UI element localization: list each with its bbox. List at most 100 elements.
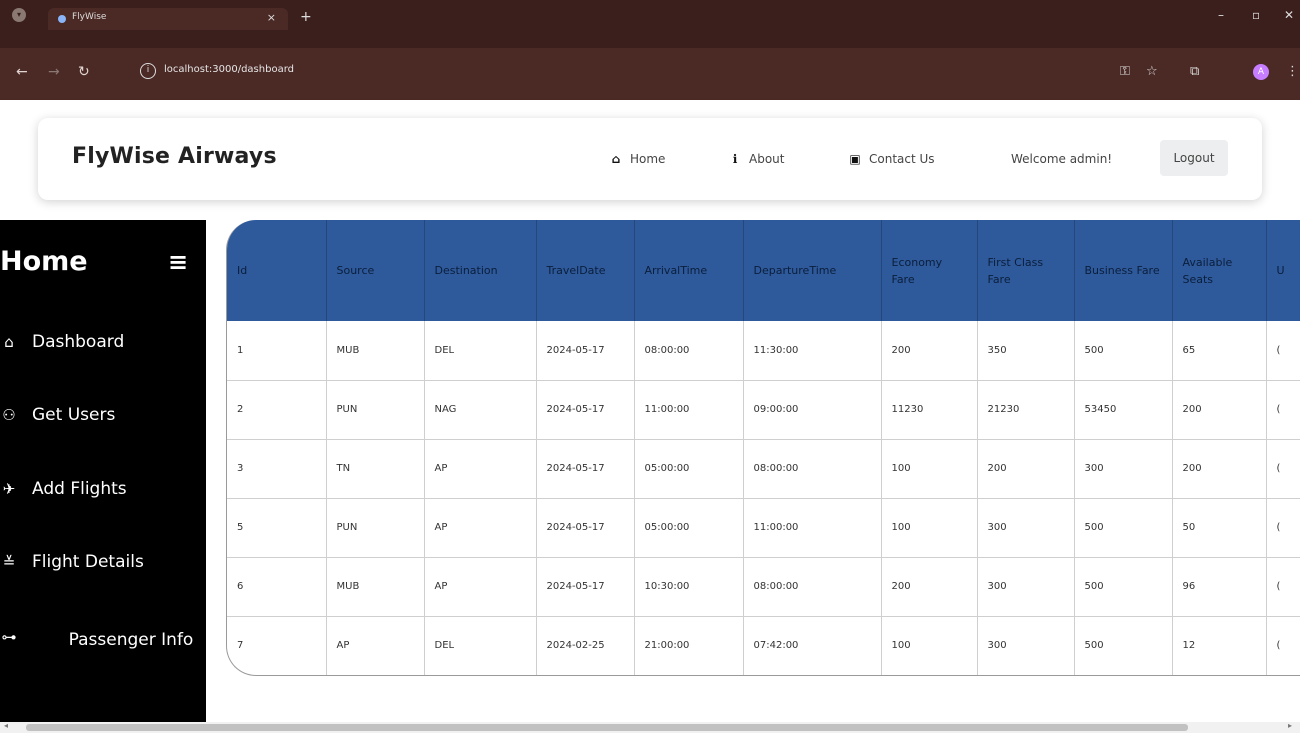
forward-icon[interactable]: → [48,64,60,80]
home-icon: ⌂ [611,152,621,166]
hamburger-menu-icon[interactable]: ≡ [168,248,188,276]
welcome-text: Welcome admin! [1011,152,1113,166]
browser-tab[interactable]: FlyWise × [48,8,288,30]
table-row[interactable]: 1 MUB DEL 2024-05-17 08:00:00 11:30:00 200 350 5… [227,321,1300,381]
password-key-icon[interactable]: ⚿ [1120,64,1130,79]
table-row[interactable]: 6 MUB AP 2024-05-17 10:30:00 08:00:00 200 300 50… [227,557,1300,617]
column-header[interactable]: Destination [424,220,537,321]
site-info-icon[interactable]: i [140,63,156,79]
table-cell: ( [1266,321,1300,381]
nav-link-home[interactable]: ⌂ Home [610,152,666,166]
table-cell: 500 [1074,321,1173,381]
table-row[interactable]: 5 PUN AP 2024-05-17 05:00:00 11:00:00 100 300 50… [227,498,1300,558]
column-header[interactable]: U [1266,220,1300,321]
horizontal-scrollbar[interactable]: ◂ ▸ [0,721,1300,733]
column-header[interactable]: Business Fare [1074,220,1173,321]
browser-tab-bar: ▾ FlyWise × + – ▫ ✕ [0,0,1300,48]
sidebar-item-label: Dashboard [32,332,125,352]
table-cell: 5 [227,498,327,558]
table-row[interactable]: 3 TN AP 2024-05-17 05:00:00 08:00:00 100 200 300… [227,439,1300,499]
table-row[interactable]: 7 AP DEL 2024-02-25 21:00:00 07:42:00 100 300 50… [227,616,1300,675]
extensions-icon[interactable]: ⧉ [1190,64,1199,79]
table-cell: 08:00:00 [743,439,882,499]
reload-icon[interactable]: ↻ [78,64,90,80]
column-header[interactable]: Available Seats [1172,220,1267,321]
sidebar: Home ≡ ⌂ Dashboard ⚇ Get Users ✈ Add Flight… [0,220,206,733]
nav-link-about-label: About [749,152,785,166]
column-header[interactable]: First Class Fare [977,220,1075,321]
sidebar-item-dashboard[interactable]: ⌂ Dashboard [0,332,124,352]
table-cell: 300 [977,498,1075,558]
sidebar-title: Home [0,246,88,277]
scroll-left-icon[interactable]: ◂ [4,721,8,730]
table-cell: 2024-02-25 [536,616,635,675]
maximize-icon[interactable]: ▫ [1252,8,1260,22]
table-cell: 96 [1172,557,1267,617]
bookmark-star-icon[interactable]: ☆ [1146,64,1158,79]
table-cell: 300 [1074,439,1173,499]
dashboard-icon: ⌂ [4,333,14,351]
table-cell: 500 [1074,616,1173,675]
url-text[interactable]: localhost:3000/dashboard [164,64,294,75]
table-cell: 11:00:00 [743,498,882,558]
table-cell: PUN [326,380,425,440]
table-cell: 08:00:00 [634,321,744,381]
sidebar-item-label: Add Flights [32,479,127,499]
table-cell: 3 [227,439,327,499]
column-header[interactable]: DepartureTime [743,220,882,321]
sidebar-item-add-flights[interactable]: ✈ Add Flights [0,479,127,499]
table-cell: 2 [227,380,327,440]
table-cell: 100 [881,616,978,675]
info-icon: ℹ [732,152,738,166]
table-cell: 11:00:00 [634,380,744,440]
flights-table-container: Id Source Destination TravelDate Arrival… [226,220,1300,676]
table-cell: 300 [977,616,1075,675]
sidebar-item-flight-details[interactable]: ≚ Flight Details [0,552,144,572]
sidebar-item-label: Passenger Info [68,630,194,650]
table-cell: 53450 [1074,380,1173,440]
table-cell: 09:00:00 [743,380,882,440]
table-cell: 200 [881,321,978,381]
column-header[interactable]: Economy Fare [881,220,978,321]
url-field[interactable]: i localhost:3000/dashboard [140,60,1240,84]
column-header[interactable]: ArrivalTime [634,220,744,321]
table-cell: 500 [1074,498,1173,558]
scroll-right-icon[interactable]: ▸ [1288,721,1292,730]
sidebar-item-label: Flight Details [32,552,144,572]
table-cell: 100 [881,498,978,558]
brand-title[interactable]: FlyWise Airways [72,144,277,169]
table-cell: ( [1266,498,1300,558]
table-cell: 350 [977,321,1075,381]
nav-link-home-label: Home [630,152,666,166]
logout-button[interactable]: Logout [1160,140,1228,176]
tab-close-icon[interactable]: × [267,11,276,24]
favicon-icon [58,15,66,23]
close-window-icon[interactable]: ✕ [1284,8,1294,22]
table-cell: 200 [881,557,978,617]
column-header[interactable]: TravelDate [536,220,635,321]
nav-link-about[interactable]: ℹ About [729,152,785,166]
table-cell: 11:30:00 [743,321,882,381]
table-row[interactable]: 2 PUN NAG 2024-05-17 11:00:00 09:00:00 11230 21… [227,380,1300,440]
table-cell: PUN [326,498,425,558]
table-cell: ( [1266,439,1300,499]
new-tab-button[interactable]: + [300,9,312,25]
plane-icon: ✈ [2,480,16,498]
table-cell: 11230 [881,380,978,440]
sidebar-item-get-users[interactable]: ⚇ Get Users [0,405,115,425]
table-header-row: Id Source Destination TravelDate Arrival… [227,220,1300,321]
profile-avatar[interactable]: A [1253,64,1269,80]
column-header[interactable]: Source [326,220,425,321]
nav-link-contact-label: Contact Us [869,152,935,166]
scrollbar-thumb[interactable] [26,724,1188,731]
minimize-icon[interactable]: – [1218,8,1224,22]
nav-link-contact[interactable]: ▣ Contact Us [849,152,935,166]
flight-departure-icon: ≚ [2,553,16,571]
table-cell: 21:00:00 [634,616,744,675]
column-header[interactable]: Id [227,220,327,321]
table-cell: 21230 [977,380,1075,440]
back-icon[interactable]: ← [16,64,28,80]
table-cell: 50 [1172,498,1267,558]
browser-menu-icon[interactable]: ⋮ [1286,64,1299,79]
tab-search-icon[interactable]: ▾ [12,8,26,22]
